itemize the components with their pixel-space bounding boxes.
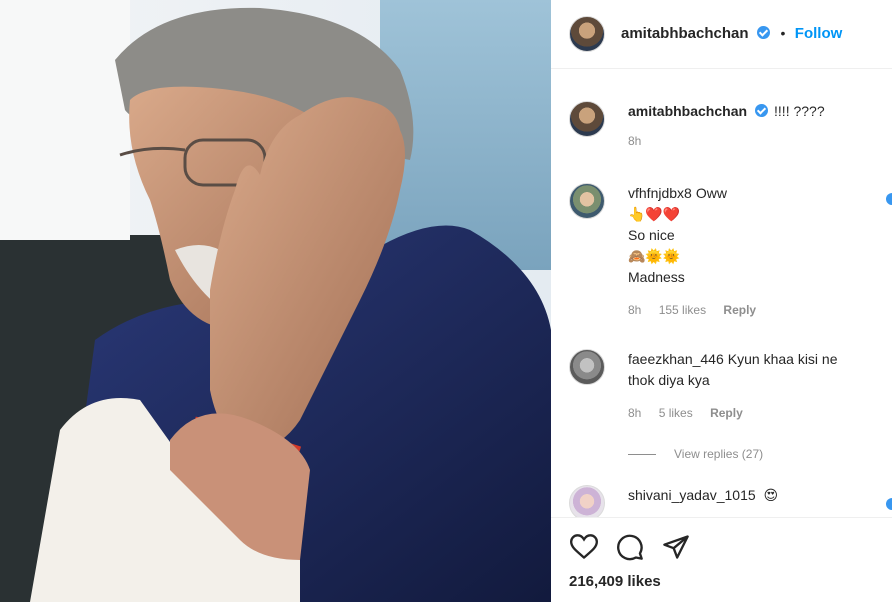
comment-icon-graphic: [617, 534, 643, 561]
separator-dot: •: [780, 25, 786, 41]
author-info: amitabhbachchan • Follow: [621, 25, 842, 43]
view-replies-label: View replies (27): [674, 447, 764, 461]
comment-text: Madness: [628, 269, 685, 285]
comment-text: 😍: [763, 487, 779, 503]
comment-item: vfhfnjdbx8 Oww 👆❤️❤️ So nice 🙈🌞🌞 Madness …: [569, 183, 869, 321]
commenter-username[interactable]: shivani_yadav_1015: [628, 487, 756, 503]
comment-likes[interactable]: 5 likes: [659, 406, 693, 420]
comment-text: 👆❤️❤️: [628, 206, 681, 222]
view-replies-button[interactable]: View replies (27): [628, 447, 763, 461]
comment-item: shivani_yadav_1015 😍: [569, 485, 869, 517]
comment-time[interactable]: 8h: [628, 303, 641, 317]
caption-username[interactable]: amitabhbachchan: [628, 103, 747, 119]
verified-icon: [756, 26, 770, 39]
post-photo[interactable]: [0, 0, 551, 602]
commenter-avatar[interactable]: [569, 183, 605, 219]
author-avatar[interactable]: [569, 16, 605, 52]
likes-count[interactable]: 216,409 likes: [569, 573, 661, 590]
follow-button[interactable]: Follow: [795, 25, 843, 42]
commenter-avatar[interactable]: [569, 485, 605, 517]
author-username[interactable]: amitabhbachchan: [621, 25, 749, 42]
caption: amitabhbachchan !!!! ???? 8h: [569, 101, 869, 152]
action-icons: [569, 532, 691, 562]
comment-text: 🙈🌞🌞: [628, 248, 681, 264]
comment-text: Oww: [695, 185, 727, 201]
verified-icon: [755, 104, 769, 117]
reply-button[interactable]: Reply: [723, 303, 756, 317]
caption-text: !!!! ????: [774, 103, 825, 119]
post-photo-illustration: [0, 0, 551, 602]
reply-button[interactable]: Reply: [710, 406, 743, 420]
commenter-username[interactable]: vfhfnjdbx8: [628, 185, 692, 201]
heart-icon-graphic: [570, 534, 598, 560]
comment-text: Kyun khaa kisi ne: [727, 351, 838, 367]
post-actions: 216,409 likes: [551, 517, 892, 603]
comment-text: thok diya kya: [628, 372, 710, 388]
replies-divider: [628, 453, 656, 455]
comment-icon[interactable]: [615, 532, 645, 562]
post-header: amitabhbachchan • Follow: [551, 0, 892, 69]
caption-avatar[interactable]: [569, 101, 605, 137]
share-icon-graphic: [663, 535, 689, 559]
post-side-panel: amitabhbachchan • Follow amitabhbachchan…: [551, 0, 892, 602]
comment-likes[interactable]: 155 likes: [659, 303, 706, 317]
heart-icon[interactable]: [569, 532, 599, 562]
comments-list[interactable]: amitabhbachchan !!!! ???? 8h vfhfnjdbx8 Ow…: [551, 69, 892, 517]
commenter-avatar[interactable]: [569, 349, 605, 385]
comment-item: faeezkhan_446 Kyun khaa kisi ne thok diya…: [569, 349, 869, 424]
share-icon[interactable]: [661, 532, 691, 562]
edge-indicator: [886, 193, 892, 205]
comment-time[interactable]: 8h: [628, 406, 641, 420]
commenter-username[interactable]: faeezkhan_446: [628, 351, 724, 367]
comment-text: So nice: [628, 227, 675, 243]
edge-indicator: [886, 498, 892, 510]
caption-time[interactable]: 8h: [628, 134, 641, 148]
